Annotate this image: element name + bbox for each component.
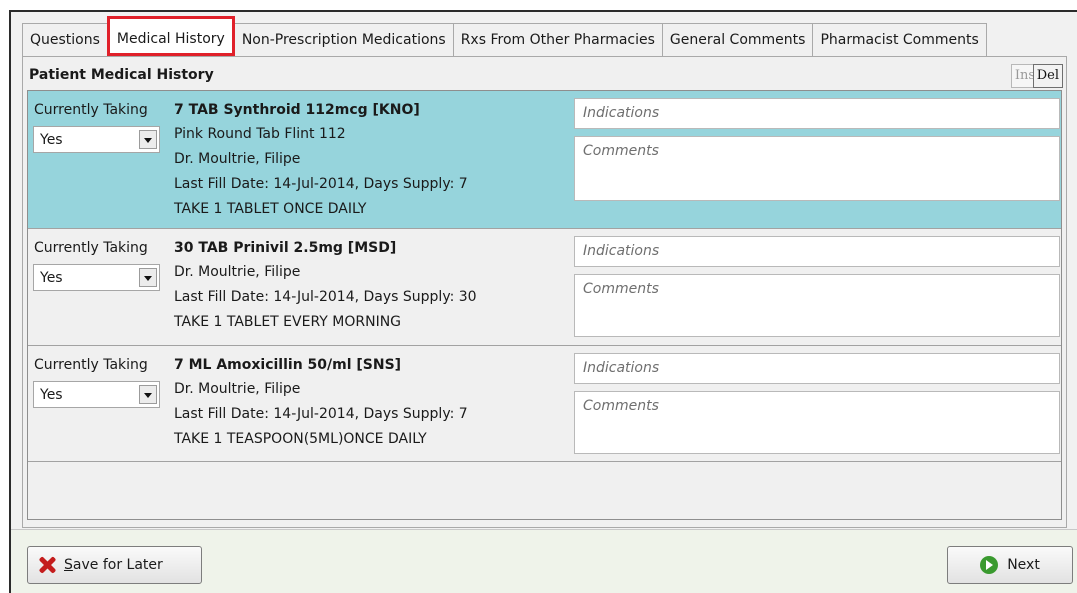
currently-taking-value: Yes xyxy=(40,132,63,148)
chevron-down-icon[interactable] xyxy=(139,130,157,149)
medication-row[interactable]: Currently Taking Yes 30 TAB Prinivil 2.5… xyxy=(28,229,1061,346)
tab-medical-history[interactable]: Medical History xyxy=(106,16,235,56)
fill-info: Last Fill Date: 14-Jul-2014, Days Supply… xyxy=(174,406,468,422)
currently-taking-value: Yes xyxy=(40,270,63,286)
medication-row[interactable]: Currently Taking Yes 7 TAB Synthroid 112… xyxy=(28,91,1061,229)
tab-pharmacist-comments[interactable]: Pharmacist Comments xyxy=(812,23,987,56)
tab-questions[interactable]: Questions xyxy=(22,23,108,56)
footer-bar: Save for Later Next xyxy=(11,529,1077,593)
directions: TAKE 1 TEASPOON(5ML)ONCE DAILY xyxy=(174,431,427,447)
indications-field[interactable]: Indications xyxy=(574,98,1060,129)
currently-taking-select[interactable]: Yes xyxy=(33,126,160,153)
save-label: Save for Later xyxy=(64,557,163,573)
fill-info: Last Fill Date: 14-Jul-2014, Days Supply… xyxy=(174,289,477,305)
tab-rxs-from-other-pharmacies[interactable]: Rxs From Other Pharmacies xyxy=(452,23,663,56)
directions: TAKE 1 TABLET ONCE DAILY xyxy=(174,201,367,217)
next-button[interactable]: Next xyxy=(947,546,1073,584)
indications-field[interactable]: Indications xyxy=(574,353,1060,384)
comments-field[interactable]: Comments xyxy=(574,391,1060,454)
drug-name: 30 TAB Prinivil 2.5mg [MSD] xyxy=(174,240,397,256)
next-label: Next xyxy=(1007,557,1040,573)
chevron-down-icon[interactable] xyxy=(139,385,157,404)
medication-row[interactable]: Currently Taking Yes 7 ML Amoxicillin 50… xyxy=(28,346,1061,462)
chevron-down-icon[interactable] xyxy=(139,268,157,287)
medication-list: Currently Taking Yes 7 TAB Synthroid 112… xyxy=(27,90,1062,520)
arrow-right-circle-icon xyxy=(980,556,999,574)
medical-history-panel: Patient Medical History Ins Del Currentl… xyxy=(22,56,1067,528)
indications-field[interactable]: Indications xyxy=(574,236,1060,267)
delete-button[interactable]: Del xyxy=(1032,64,1063,88)
tab-general-comments[interactable]: General Comments xyxy=(661,23,814,56)
prescriber: Dr. Moultrie, Filipe xyxy=(174,264,301,280)
prescriber: Dr. Moultrie, Filipe xyxy=(174,151,301,167)
drug-description: Pink Round Tab Flint 112 xyxy=(174,126,346,142)
x-icon xyxy=(38,556,56,574)
currently-taking-label: Currently Taking xyxy=(34,240,148,256)
panel-title: Patient Medical History xyxy=(29,67,214,83)
currently-taking-label: Currently Taking xyxy=(34,357,148,373)
save-for-later-button[interactable]: Save for Later xyxy=(27,546,202,584)
currently-taking-label: Currently Taking xyxy=(34,102,148,118)
directions: TAKE 1 TABLET EVERY MORNING xyxy=(174,314,402,330)
prescriber: Dr. Moultrie, Filipe xyxy=(174,381,301,397)
currently-taking-select[interactable]: Yes xyxy=(33,381,160,408)
currently-taking-select[interactable]: Yes xyxy=(33,264,160,291)
drug-name: 7 TAB Synthroid 112mcg [KNO] xyxy=(174,102,420,118)
tab-non-prescription-medications[interactable]: Non-Prescription Medications xyxy=(233,23,454,56)
comments-field[interactable]: Comments xyxy=(574,136,1060,201)
comments-field[interactable]: Comments xyxy=(574,274,1060,337)
drug-name: 7 ML Amoxicillin 50/ml [SNS] xyxy=(174,357,402,373)
fill-info: Last Fill Date: 14-Jul-2014, Days Supply… xyxy=(174,176,468,192)
tab-strip: Questions Medical History Non-Prescripti… xyxy=(22,16,987,56)
currently-taking-value: Yes xyxy=(40,387,63,403)
